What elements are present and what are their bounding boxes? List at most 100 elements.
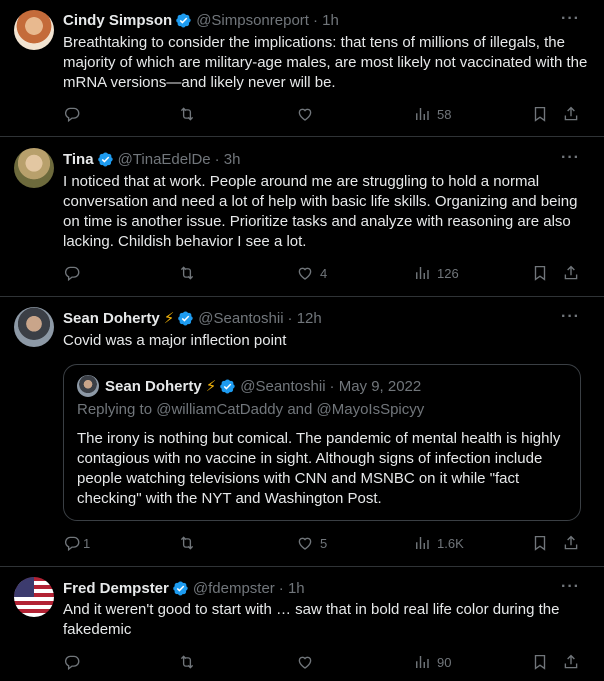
more-icon[interactable]: ··· [561, 578, 580, 596]
bookmark-icon [531, 264, 549, 282]
views-button[interactable]: 1.6K [413, 533, 464, 553]
bookmark-icon [531, 105, 549, 123]
share-icon [562, 653, 580, 671]
author-name[interactable]: Cindy Simpson [63, 12, 172, 29]
more-icon[interactable]: ··· [561, 308, 580, 326]
like-button[interactable] [296, 652, 314, 672]
reply-button[interactable] [63, 104, 81, 124]
bookmark-icon [531, 534, 549, 552]
timestamp[interactable]: · 1h [313, 12, 339, 29]
verified-badge-icon [177, 310, 194, 327]
author-handle[interactable]: @TinaEdelDe [118, 151, 211, 168]
quoted-author-handle: @Seantoshii [240, 377, 326, 395]
author-handle[interactable]: @Seantoshii [198, 310, 283, 327]
avatar[interactable] [14, 307, 54, 347]
author-handle[interactable]: @Simpsonreport [196, 12, 309, 29]
retweet-icon [178, 264, 196, 282]
tweet-text: Covid was a major inflection point [63, 332, 287, 349]
replying-to-users[interactable]: @williamCatDaddy and @MayoIsSpicyy [156, 401, 424, 418]
bookmark-button[interactable] [531, 652, 549, 672]
likes-count: 4 [320, 265, 328, 281]
views-icon [413, 264, 431, 282]
retweet-button[interactable] [178, 533, 196, 553]
views-button[interactable]: 58 [413, 104, 451, 124]
reply-icon [63, 105, 81, 123]
share-icon [562, 105, 580, 123]
timestamp[interactable]: · 12h [288, 310, 322, 327]
like-button[interactable] [296, 104, 314, 124]
flag-canton [14, 577, 34, 597]
author-name[interactable]: Fred Dempster [63, 580, 169, 597]
avatar[interactable] [14, 148, 54, 188]
reply-icon [63, 264, 81, 282]
views-button[interactable]: 90 [413, 652, 451, 672]
reply-icon [63, 653, 81, 671]
retweet-icon [178, 105, 196, 123]
author-name[interactable]: Sean Doherty [63, 310, 160, 327]
views-button[interactable]: 126 [413, 263, 459, 283]
verified-badge-icon [175, 12, 192, 29]
verified-badge-icon [219, 378, 236, 395]
timestamp[interactable]: · 1h [279, 580, 305, 597]
like-icon [296, 264, 314, 282]
tweet[interactable]: Fred Dempster @fdempster · 1h ··· And it… [0, 567, 604, 681]
lightning-emoji: ⚡ [205, 378, 217, 395]
views-icon [413, 105, 431, 123]
replying-to: Replying to @williamCatDaddy and @MayoIs… [77, 401, 424, 418]
views-icon [413, 653, 431, 671]
like-icon [296, 653, 314, 671]
share-button[interactable] [562, 533, 580, 553]
like-icon [296, 105, 314, 123]
avatar[interactable] [14, 10, 54, 50]
verified-badge-icon [172, 580, 189, 597]
like-button[interactable]: 4 [296, 263, 327, 283]
bookmark-button[interactable] [531, 533, 549, 553]
quoted-author-name: Sean Doherty [105, 377, 202, 395]
avatar[interactable] [14, 577, 54, 617]
retweet-button[interactable] [178, 263, 196, 283]
retweet-button[interactable] [178, 652, 196, 672]
share-icon [562, 264, 580, 282]
timestamp[interactable]: · 3h [215, 151, 241, 168]
bookmark-button[interactable] [531, 263, 549, 283]
author-handle[interactable]: @fdempster [193, 580, 275, 597]
reply-button[interactable] [63, 652, 81, 672]
tweet-text: I noticed that at work. People around me… [63, 173, 578, 250]
tweet[interactable]: Sean Doherty ⚡ @Seantoshii · 12h ··· Cov… [0, 297, 604, 567]
retweet-icon [178, 653, 196, 671]
likes-count: 5 [320, 535, 328, 551]
author-name[interactable]: Tina [63, 151, 94, 168]
bookmark-icon [531, 653, 549, 671]
reply-icon [63, 534, 81, 552]
views-count: 58 [437, 106, 452, 122]
views-icon [413, 534, 431, 552]
views-count: 1.6K [437, 535, 464, 551]
share-button[interactable] [562, 652, 580, 672]
quoted-tweet[interactable]: Sean Doherty ⚡ @Seantoshii · May 9, 2022… [63, 364, 581, 521]
reply-button[interactable]: 1 [63, 533, 90, 553]
tweet[interactable]: Cindy Simpson @Simpsonreport · 1h ··· Br… [0, 0, 604, 137]
verified-badge-icon [97, 151, 114, 168]
tweet[interactable]: Tina @TinaEdelDe · 3h ··· I noticed that… [0, 137, 604, 297]
tweet-text: And it weren't good to start with … saw … [63, 601, 560, 638]
share-button[interactable] [562, 263, 580, 283]
quoted-avatar [77, 375, 99, 397]
bookmark-button[interactable] [531, 104, 549, 124]
more-icon[interactable]: ··· [561, 10, 580, 28]
replying-to-prefix: Replying to [77, 401, 153, 418]
quoted-tweet-text: The irony is nothing but comical. The pa… [77, 430, 561, 507]
share-button[interactable] [562, 104, 580, 124]
views-count: 126 [437, 265, 459, 281]
reply-button[interactable] [63, 263, 81, 283]
lightning-emoji: ⚡ [163, 310, 175, 327]
views-count: 90 [437, 654, 452, 670]
tweet-text: Breathtaking to consider the implication… [63, 34, 588, 91]
quoted-timestamp: · May 9, 2022 [329, 377, 422, 395]
like-button[interactable]: 5 [296, 533, 327, 553]
more-icon[interactable]: ··· [561, 149, 580, 167]
retweet-button[interactable] [178, 104, 196, 124]
retweet-icon [178, 534, 196, 552]
replies-count: 1 [83, 535, 91, 551]
like-icon [296, 534, 314, 552]
share-icon [562, 534, 580, 552]
